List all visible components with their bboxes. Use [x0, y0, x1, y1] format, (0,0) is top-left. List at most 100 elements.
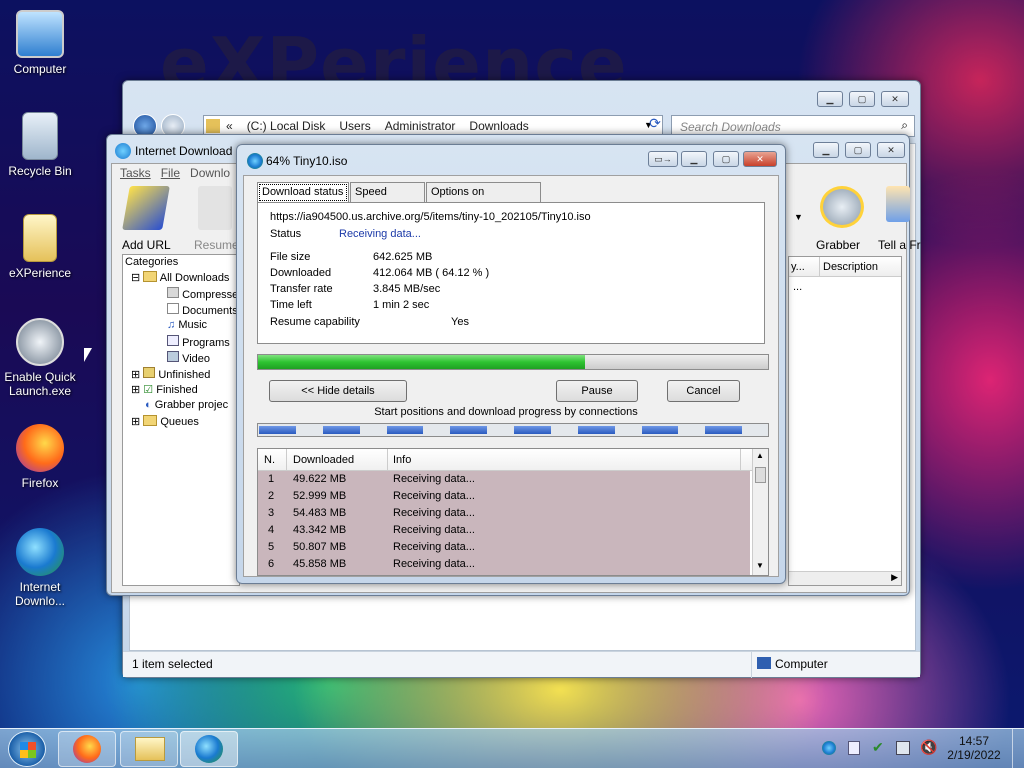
- minimize-button[interactable]: ▁: [813, 142, 839, 158]
- tray-network-icon[interactable]: [896, 741, 910, 755]
- maximize-button[interactable]: ▢: [713, 151, 739, 167]
- progress-bar-fill: [258, 355, 585, 369]
- desktop-icon-firefox[interactable]: Firefox: [0, 424, 80, 490]
- horizontal-scrollbar[interactable]: ▶: [789, 571, 901, 585]
- connections-caption: Start positions and download progress by…: [374, 406, 638, 418]
- tree-queues[interactable]: ⊞ Queues: [131, 415, 199, 428]
- maximize-button[interactable]: ▢: [849, 91, 875, 107]
- desktop-icon-label: Internet Downlo...: [14, 580, 66, 608]
- connection-segment: [259, 426, 296, 434]
- tree-finished[interactable]: ⊞ ☑ Finished: [131, 383, 198, 396]
- cell-info: Receiving data...: [393, 541, 475, 553]
- arrow-up-icon[interactable]: ▲: [756, 451, 764, 460]
- minimize-button[interactable]: ▁: [817, 91, 843, 107]
- cell-n: 5: [268, 541, 275, 553]
- table-row[interactable]: 2 52.999 MB Receiving data...: [258, 488, 750, 505]
- scrollbar-thumb[interactable]: [755, 467, 766, 483]
- breadcrumb-users[interactable]: Users: [339, 119, 370, 133]
- menu-tasks[interactable]: Tasks: [120, 166, 151, 180]
- list-header: y... Description: [789, 257, 901, 277]
- desktop-icon-idm[interactable]: Internet Downlo...: [0, 528, 80, 608]
- status-selection: 1 item selected: [132, 657, 213, 671]
- tree-documents[interactable]: Documents: [167, 303, 238, 317]
- table-row[interactable]: 5 50.807 MB Receiving data...: [258, 539, 750, 556]
- vertical-scrollbar[interactable]: ▲ ▼: [752, 449, 768, 575]
- show-desktop-button[interactable]: [1012, 729, 1024, 768]
- hide-details-button[interactable]: << Hide details: [269, 380, 407, 402]
- cell-downloaded: 52.999 MB: [293, 490, 347, 502]
- tree-music[interactable]: ♫ Music: [167, 319, 207, 331]
- add-url-icon: [122, 186, 170, 230]
- tray-shield-icon[interactable]: ✔: [872, 739, 884, 756]
- tray-volume-muted-icon[interactable]: 🔇: [920, 739, 937, 756]
- table-row[interactable]: 1 49.622 MB Receiving data...: [258, 471, 750, 488]
- column-header-description[interactable]: Description: [823, 261, 878, 273]
- window-title: Internet Download: [135, 144, 233, 158]
- table-row[interactable]: 6 45.858 MB Receiving data...: [258, 556, 750, 573]
- clock-date: 2/19/2022: [947, 748, 1001, 762]
- search-input[interactable]: Search Downloads: [680, 120, 781, 134]
- menu-downloads[interactable]: Downlo: [190, 166, 230, 180]
- column-header-downloaded[interactable]: Downloaded: [293, 454, 354, 466]
- download-url: https://ia904500.us.archive.org/5/items/…: [270, 211, 591, 223]
- table-row[interactable]: 3 54.483 MB Receiving data...: [258, 505, 750, 522]
- tab-options-on-completion[interactable]: Options on completion: [426, 182, 541, 216]
- tab-download-status[interactable]: Download status: [257, 182, 349, 203]
- tray-idm-icon[interactable]: [822, 741, 836, 755]
- breadcrumb-overflow[interactable]: «: [226, 119, 233, 133]
- breadcrumb-administrator[interactable]: Administrator: [385, 119, 456, 133]
- column-header-partial[interactable]: y...: [791, 261, 805, 273]
- status-value: Receiving data...: [339, 228, 421, 240]
- tree-video[interactable]: Video: [167, 351, 210, 365]
- column-header-number[interactable]: N.: [264, 454, 275, 466]
- desktop-icon-label: Enable Quick Launch.exe: [4, 370, 76, 398]
- taskbar-explorer[interactable]: [120, 731, 178, 767]
- cancel-button[interactable]: Cancel: [667, 380, 740, 402]
- computer-icon: [757, 657, 771, 669]
- tab-speed-limiter[interactable]: Speed Limiter: [350, 182, 425, 216]
- start-button[interactable]: [8, 731, 46, 767]
- desktop-icon-experience[interactable]: eXPerience: [0, 214, 80, 280]
- menu-file[interactable]: File: [161, 166, 180, 180]
- tree-unfinished[interactable]: ⊞ Unfinished: [131, 367, 210, 381]
- pause-button[interactable]: Pause: [556, 380, 638, 402]
- desktop-icon-computer[interactable]: Computer: [0, 10, 80, 76]
- cell-n: 3: [268, 507, 275, 519]
- tree-grabber-projects[interactable]: ◐ Grabber projec: [145, 399, 228, 411]
- desktop-icon-label: eXPerience: [8, 266, 72, 280]
- tray-document-icon[interactable]: [848, 741, 860, 755]
- taskbar-firefox[interactable]: [58, 731, 116, 767]
- clock[interactable]: 14:57 2/19/2022: [944, 734, 1004, 762]
- tree-programs[interactable]: Programs: [167, 335, 230, 349]
- breadcrumb-downloads[interactable]: Downloads: [469, 119, 528, 133]
- menu-bar: Tasks File Downlo: [120, 166, 230, 180]
- resume-capability-label: Resume capability: [270, 316, 360, 328]
- minimize-to-tray-button[interactable]: ▭→: [648, 151, 678, 167]
- app-launcher-icon: [16, 318, 64, 366]
- breadcrumb-local-disk[interactable]: (C:) Local Disk: [247, 119, 326, 133]
- chevron-down-icon[interactable]: ▼: [794, 212, 803, 222]
- desktop-icon-recycle-bin[interactable]: Recycle Bin: [0, 112, 80, 178]
- close-button[interactable]: ✕: [743, 151, 777, 167]
- idm-icon: [247, 153, 263, 169]
- close-button[interactable]: ✕: [881, 91, 909, 107]
- tree-all-downloads[interactable]: ⊟ All Downloads: [131, 271, 229, 284]
- tree-compressed[interactable]: Compresse: [167, 287, 238, 301]
- arrow-right-icon[interactable]: ▶: [891, 572, 898, 583]
- grabber-label: Grabber: [816, 238, 861, 252]
- table-row[interactable]: 4 43.342 MB Receiving data...: [258, 522, 750, 539]
- taskbar-idm[interactable]: [180, 731, 238, 767]
- taskbar: ✔ 🔇 14:57 2/19/2022: [0, 728, 1024, 768]
- cell-info: Receiving data...: [393, 524, 475, 536]
- arrow-down-icon[interactable]: ▼: [756, 561, 764, 570]
- computer-icon: [16, 10, 64, 58]
- maximize-button[interactable]: ▢: [845, 142, 871, 158]
- minimize-button[interactable]: ▁: [681, 151, 707, 167]
- connection-segment: [705, 426, 743, 434]
- list-cell-partial: ...: [793, 281, 803, 293]
- column-header-info[interactable]: Info: [393, 454, 411, 466]
- connections-table-header: N. Downloaded Info: [258, 449, 754, 471]
- close-button[interactable]: ✕: [877, 142, 905, 158]
- desktop-icon-enable-quick-launch[interactable]: Enable Quick Launch.exe: [0, 318, 80, 398]
- connection-segment: [514, 426, 551, 434]
